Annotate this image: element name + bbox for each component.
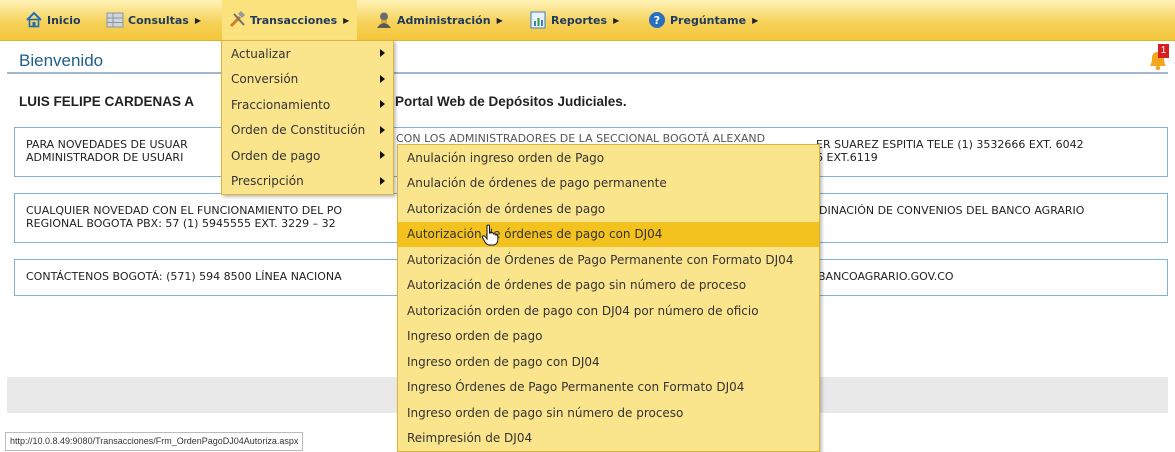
help-icon: ? bbox=[648, 11, 666, 29]
caret-right-icon bbox=[380, 125, 385, 134]
menu-item-conversion[interactable]: Conversión bbox=[222, 67, 393, 93]
user-name: LUIS FELIPE CARDENAS A bbox=[19, 94, 195, 109]
page-title: Bienvenido bbox=[19, 51, 104, 70]
submenu-item-label: Anulación de órdenes de pago permanente bbox=[407, 176, 667, 191]
menu-item-label: Conversión bbox=[231, 72, 299, 87]
svg-text:?: ? bbox=[654, 14, 660, 27]
submenu-item-label: Ingreso orden de pago sin número de proc… bbox=[407, 405, 684, 420]
menu-administracion-label: Administración bbox=[397, 13, 491, 27]
user-welcome-line: LUIS FELIPE CARDENAS A Portal Web de Dep… bbox=[19, 94, 627, 109]
menu-item-actualizar[interactable]: Actualizar bbox=[222, 41, 393, 67]
info-box-right-text: BANCOAGRARIO.GOV.CO bbox=[818, 270, 954, 283]
status-bar-url: http://10.0.8.49:9080/Transacciones/Frm_… bbox=[5, 432, 304, 451]
chevron-right-icon: ▶ bbox=[496, 15, 503, 25]
menu-item-label: Orden de Constitución bbox=[231, 123, 366, 138]
submenu-item[interactable]: Reimpresión de DJ04 bbox=[398, 426, 819, 452]
orden-pago-submenu: Anulación ingreso orden de Pago Anulació… bbox=[397, 144, 820, 452]
menu-inicio-label: Inicio bbox=[47, 13, 81, 27]
submenu-item[interactable]: Anulación ingreso orden de Pago bbox=[398, 145, 819, 171]
caret-right-icon bbox=[380, 74, 385, 83]
portal-text: Portal Web de Depósitos Judiciales. bbox=[395, 94, 627, 109]
info-box-right-text: DINACIÓN DE CONVENIOS DEL BANCO AGRARIO bbox=[819, 204, 1085, 217]
menu-preguntame-label: Pregúntame bbox=[670, 13, 747, 27]
submenu-item-label: Ingreso orden de pago bbox=[407, 329, 543, 344]
submenu-item-label: Reimpresión de DJ04 bbox=[407, 431, 533, 446]
menu-item-orden-pago[interactable]: Orden de pago bbox=[222, 143, 393, 169]
menu-item-label: Prescripción bbox=[231, 174, 304, 189]
menu-transacciones-label: Transacciones bbox=[250, 13, 338, 27]
menu-inicio[interactable]: Inicio bbox=[25, 0, 81, 40]
submenu-item-label: Autorización de órdenes de pago sin núme… bbox=[407, 278, 747, 293]
header-divider bbox=[7, 72, 1168, 74]
menu-item-prescripcion[interactable]: Prescripción bbox=[222, 169, 393, 195]
submenu-item-label: Ingreso Órdenes de Pago Permanente con F… bbox=[407, 380, 745, 395]
submenu-item-label: Autorización orden de pago con DJ04 por … bbox=[407, 303, 759, 318]
menu-item-label: Orden de pago bbox=[231, 148, 321, 163]
top-menu-bar: Inicio Consultas ▶ Transacciones ▶ Admin… bbox=[0, 0, 1175, 41]
menu-consultas[interactable]: Consultas ▶ bbox=[106, 0, 201, 40]
submenu-item[interactable]: Ingreso orden de pago bbox=[398, 324, 819, 350]
submenu-item-highlighted[interactable]: Autorización de órdenes de pago con DJ04 bbox=[398, 221, 819, 247]
submenu-item-label: Autorización de Órdenes de Pago Permanen… bbox=[407, 252, 794, 267]
menu-preguntame[interactable]: ? Pregúntame ▶ bbox=[648, 0, 758, 40]
caret-right-icon bbox=[380, 49, 385, 57]
chevron-right-icon: ▶ bbox=[613, 15, 620, 25]
submenu-item[interactable]: Autorización de Órdenes de Pago Permanen… bbox=[398, 247, 819, 273]
submenu-item[interactable]: Ingreso Órdenes de Pago Permanente con F… bbox=[398, 375, 819, 401]
submenu-item-label: Autorización de órdenes de pago bbox=[407, 201, 606, 216]
chevron-right-icon: ▶ bbox=[343, 15, 350, 25]
report-icon bbox=[529, 11, 547, 29]
menu-item-label: Actualizar bbox=[231, 46, 291, 61]
menu-reportes-label: Reportes bbox=[551, 13, 608, 27]
submenu-item[interactable]: Ingreso orden de pago con DJ04 bbox=[398, 349, 819, 375]
submenu-item-label: Anulación ingreso orden de Pago bbox=[407, 150, 605, 165]
submenu-item[interactable]: Anulación de órdenes de pago permanente bbox=[398, 171, 819, 197]
menu-administracion[interactable]: Administración ▶ bbox=[375, 0, 503, 40]
submenu-item[interactable]: Autorización de órdenes de pago sin núme… bbox=[398, 273, 819, 299]
transacciones-dropdown: Actualizar Conversión Fraccionamiento Or… bbox=[221, 40, 394, 195]
menu-consultas-label: Consultas bbox=[128, 13, 189, 27]
submenu-item-label: Autorización de órdenes de pago con DJ04 bbox=[407, 227, 663, 242]
hand-cursor-icon bbox=[481, 224, 499, 246]
caret-right-icon bbox=[380, 151, 385, 159]
menu-item-orden-constitucion[interactable]: Orden de Constitución bbox=[222, 118, 393, 144]
chevron-right-icon: ▶ bbox=[194, 15, 201, 25]
chevron-right-icon: ▶ bbox=[752, 15, 759, 25]
caret-right-icon bbox=[380, 100, 385, 108]
menu-transacciones[interactable]: Transacciones ▶ bbox=[222, 0, 358, 40]
info-box-right-text: ER SUAREZ ESPITIA TELE (1) 3532666 EXT. … bbox=[816, 138, 1084, 151]
user-icon bbox=[375, 11, 393, 29]
tools-icon bbox=[228, 11, 246, 29]
submenu-item[interactable]: Autorización de órdenes de pago bbox=[398, 196, 819, 222]
submenu-item[interactable]: Ingreso orden de pago sin número de proc… bbox=[398, 400, 819, 426]
menu-reportes[interactable]: Reportes ▶ bbox=[529, 0, 619, 40]
submenu-item[interactable]: Autorización orden de pago con DJ04 por … bbox=[398, 298, 819, 324]
menu-item-label: Fraccionamiento bbox=[231, 97, 331, 112]
home-icon bbox=[25, 11, 43, 29]
caret-right-icon bbox=[380, 176, 385, 185]
info-box-right-text: 6 EXT.6119 bbox=[816, 151, 878, 164]
grid-icon bbox=[106, 11, 124, 29]
notification-badge: 1 bbox=[1158, 44, 1169, 58]
submenu-item-label: Ingreso orden de pago con DJ04 bbox=[407, 354, 600, 369]
menu-item-fraccionamiento[interactable]: Fraccionamiento bbox=[222, 92, 393, 118]
